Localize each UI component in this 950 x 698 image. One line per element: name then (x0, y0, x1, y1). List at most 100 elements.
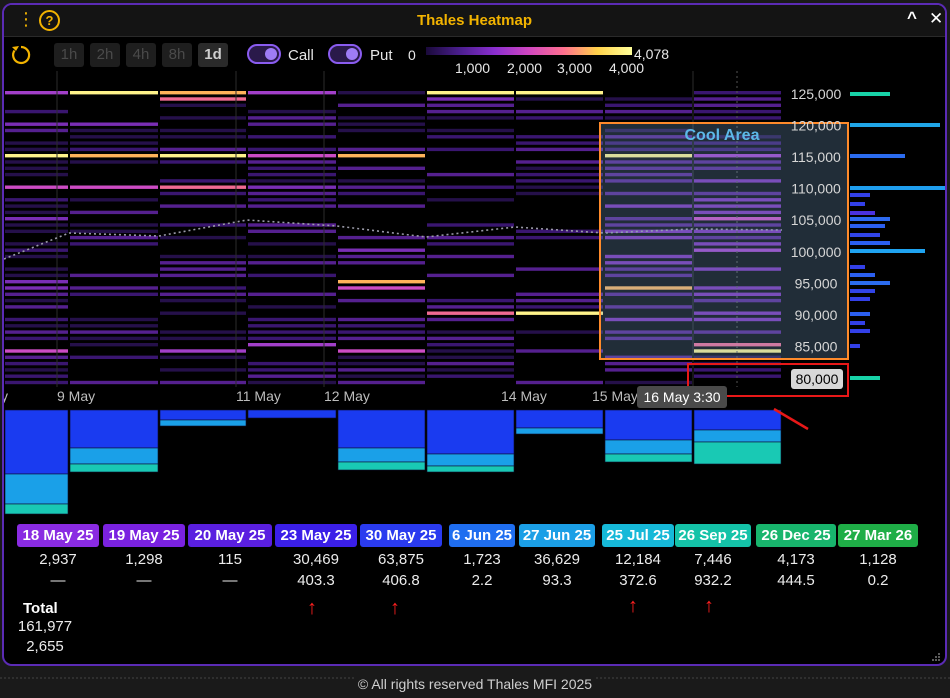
volume-bar (850, 233, 880, 237)
heat-cell (5, 166, 68, 170)
heat-cell (248, 368, 336, 372)
expiry-oi: 115 (218, 551, 242, 568)
heat-cell (427, 368, 514, 372)
heat-cell (338, 298, 425, 303)
expiry-badge[interactable]: 23 May 25 (275, 524, 357, 547)
oi-bar-segment (693, 429, 782, 443)
expiry-oi: 36,629 (534, 551, 580, 568)
heat-cell (160, 103, 246, 107)
heat-cell (427, 128, 514, 133)
heat-cell (338, 324, 425, 328)
time-tick-label: 9 May (57, 388, 95, 404)
heat-cell (516, 380, 603, 385)
heat-cell (5, 267, 68, 271)
expiry-badge[interactable]: 19 May 25 (103, 524, 185, 547)
heat-cell (160, 91, 246, 95)
expiry-badge[interactable]: 20 May 25 (188, 524, 272, 547)
expiry-badge[interactable]: 26 Dec 25 (756, 524, 836, 547)
heat-cell (516, 166, 603, 170)
heat-cell (427, 116, 514, 120)
expiry-oi: 7,446 (694, 551, 732, 568)
heat-cell (5, 374, 68, 378)
heat-cell (248, 317, 336, 322)
heat-cell (427, 273, 514, 278)
heat-cell (338, 235, 425, 240)
heat-cell (5, 210, 68, 215)
oi-bar-segment (337, 461, 426, 471)
volume-bar (850, 217, 890, 221)
heat-cell (160, 160, 246, 164)
heat-cell (248, 204, 336, 208)
expiry-badge[interactable]: 30 May 25 (360, 524, 442, 547)
heat-cell (516, 91, 603, 95)
heat-cell (338, 122, 425, 126)
total-oi: 161,977 (17, 618, 73, 635)
highlight-price-label: 80,000 (796, 371, 839, 387)
expiry-badge[interactable]: 26 Sep 25 (675, 524, 751, 547)
heatmap-chart[interactable]: Cool Area 125,000 120,000 115,000 110,000 10… (4, 5, 947, 520)
expiry-pain: 0.2 (867, 572, 889, 589)
footer: © All rights reserved Thales MFI 2025 (0, 671, 950, 698)
crosshair-label: 16 May 3:30 (643, 389, 720, 405)
heat-cell (5, 286, 68, 290)
heat-cell (160, 179, 246, 183)
heat-cell (5, 109, 68, 114)
heat-cell (248, 122, 336, 126)
oi-bar-segment (337, 447, 426, 463)
heat-cell (70, 135, 158, 139)
resize-grip-icon[interactable] (931, 652, 941, 662)
heat-cell (516, 116, 603, 120)
heat-cell (160, 261, 246, 265)
heat-cell (5, 280, 68, 284)
expiry-badge[interactable]: 18 May 25 (17, 524, 99, 547)
volume-bar (850, 193, 870, 197)
heat-cell (605, 368, 692, 372)
heat-cell (5, 273, 68, 278)
heat-cell (338, 261, 425, 265)
heat-cell (160, 147, 246, 152)
heat-cell (248, 305, 336, 309)
heat-cell (338, 330, 425, 334)
time-tick-label: 15 May (592, 388, 638, 404)
expiry-oi: 63,875 (378, 551, 424, 568)
heat-cell (70, 380, 158, 385)
volume-bar (850, 321, 865, 325)
up-arrow-indicator: ↑ (390, 597, 400, 619)
heat-cell (427, 223, 514, 227)
heat-cell (338, 374, 425, 378)
heat-cell (427, 311, 514, 315)
heat-cell (248, 147, 336, 152)
oi-bar-segment (426, 409, 515, 455)
heat-cell (160, 185, 246, 189)
heat-cell (248, 198, 336, 202)
heat-cell (160, 330, 246, 334)
price-tick-label: 85,000 (795, 338, 838, 354)
heat-cell (160, 336, 246, 341)
expiry-badge[interactable]: 6 Jun 25 (449, 524, 515, 547)
heat-cell (338, 147, 425, 152)
heat-cell (427, 336, 514, 341)
expiry-badge[interactable]: 27 Mar 26 (838, 524, 918, 547)
expiry-oi: 1,128 (859, 551, 897, 568)
heat-cell (70, 324, 158, 328)
heat-cell (70, 147, 158, 152)
heat-cell (516, 330, 603, 334)
heat-cell (605, 116, 692, 120)
heat-cell (605, 97, 692, 101)
heat-cell (427, 147, 514, 152)
heat-cell (248, 242, 336, 246)
heat-cell (516, 298, 603, 303)
heat-cell (248, 261, 336, 265)
volume-bar (850, 273, 875, 277)
price-tick-label: 90,000 (795, 307, 838, 323)
expiry-oi: 1,298 (125, 551, 163, 568)
expiry-badge[interactable]: 27 Jun 25 (519, 524, 595, 547)
oi-bar-segment (159, 409, 247, 421)
expiry-badge[interactable]: 25 Jul 25 (602, 524, 674, 547)
heat-cell (70, 223, 158, 227)
app-frame: ⋮ ? Thales Heatmap ^ ✕ 1h 2h 4h 8h 1d Ca… (0, 0, 950, 698)
heat-cell (248, 380, 336, 385)
heat-cell (516, 160, 603, 164)
oi-bar-segment (426, 465, 515, 473)
heat-cell (248, 109, 336, 114)
